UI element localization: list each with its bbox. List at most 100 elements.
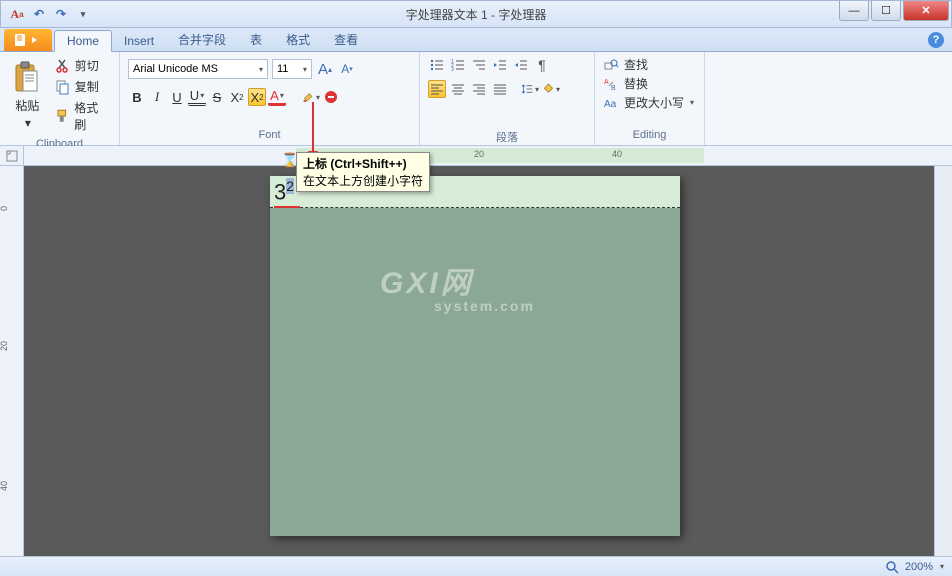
group-editing: 查找 AB 替换 Aa 更改大小写▾ Editing	[595, 52, 705, 145]
highlight-button[interactable]: ▾	[302, 88, 320, 106]
grow-font-button[interactable]: A▴	[316, 60, 334, 78]
align-right-button[interactable]	[470, 80, 488, 98]
horizontal-ruler[interactable]: 20 40	[24, 146, 952, 165]
paste-label: 粘贴	[15, 97, 39, 114]
ribbon: 粘贴 ▾ 剪切 复制 格式刷 Clipboard	[0, 52, 952, 146]
font-color-button[interactable]: A▾	[268, 88, 286, 106]
quick-access-toolbar: Aa ↶ ↷ ▾	[1, 6, 99, 22]
font-group-label: Font	[120, 129, 419, 145]
document-text: 32	[274, 178, 294, 205]
find-button[interactable]: 查找	[603, 56, 696, 73]
vertical-scrollbar[interactable]	[934, 166, 952, 556]
decrease-indent-button[interactable]	[491, 56, 509, 74]
multilevel-list-button[interactable]	[470, 56, 488, 74]
format-painter-button[interactable]: 格式刷	[53, 98, 111, 134]
editing-group-label: Editing	[595, 129, 704, 145]
shading-button[interactable]: ▾	[542, 80, 560, 98]
strikethrough-button[interactable]: S	[208, 88, 226, 106]
cut-label: 剪切	[75, 57, 99, 74]
replace-label: 替换	[624, 75, 648, 92]
help-icon[interactable]: ?	[928, 32, 944, 48]
underline-button[interactable]: U	[168, 88, 186, 106]
group-clipboard: 粘贴 ▾ 剪切 复制 格式刷 Clipboard	[0, 52, 120, 145]
align-center-button[interactable]	[449, 80, 467, 98]
tab-table[interactable]: 表	[238, 28, 274, 51]
status-bar: 200% ▾	[0, 556, 952, 576]
replace-button[interactable]: AB 替换	[603, 75, 696, 92]
change-case-label: 更改大小写	[624, 94, 684, 111]
tab-merge-fields[interactable]: 合并字段	[166, 28, 238, 51]
paste-button[interactable]: 粘贴 ▾	[8, 56, 47, 134]
bullets-button[interactable]	[428, 56, 446, 74]
workspace: 0 20 40 32 GXI网 system.com	[0, 166, 952, 556]
line-spacing-button[interactable]: ▾	[521, 80, 539, 98]
close-button[interactable]: ✕	[903, 1, 949, 21]
ruler-tick: 40	[612, 149, 622, 159]
redo-icon[interactable]: ↷	[53, 6, 69, 22]
zoom-value[interactable]: 200%	[905, 561, 933, 573]
show-marks-button[interactable]: ¶	[533, 56, 551, 74]
svg-text:A: A	[604, 79, 609, 86]
undo-icon[interactable]: ↶	[31, 6, 47, 22]
paragraph-group-label: 段落	[420, 129, 594, 145]
title-bar: Aa ↶ ↷ ▾ 字处理器文本 1 - 字处理器 — ☐ ✕	[0, 0, 952, 28]
group-paragraph: 123 ¶ ▾ ▾ 段落	[420, 52, 595, 145]
tooltip: 上标 (Ctrl+Shift++) 在文本上方创建小字符	[296, 152, 430, 192]
zoom-icon[interactable]	[885, 560, 899, 574]
chevron-down-icon: ▾	[303, 65, 307, 74]
tab-view[interactable]: 查看	[322, 28, 370, 51]
spellcheck-underline	[274, 206, 300, 208]
cut-button[interactable]: 剪切	[53, 56, 111, 75]
tooltip-title: 上标 (Ctrl+Shift++)	[303, 155, 423, 172]
italic-button[interactable]: I	[148, 88, 166, 106]
tooltip-description: 在文本上方创建小字符	[303, 172, 423, 189]
change-case-button[interactable]: Aa 更改大小写▾	[603, 94, 696, 111]
tab-home[interactable]: Home	[54, 30, 112, 52]
tab-insert[interactable]: Insert	[112, 31, 166, 51]
increase-indent-button[interactable]	[512, 56, 530, 74]
font-name-value: Arial Unicode MS	[133, 63, 218, 75]
subscript-button[interactable]: X2	[228, 88, 246, 106]
minimize-button[interactable]: —	[839, 1, 869, 21]
svg-text:B: B	[611, 85, 616, 92]
watermark: GXI网 system.com	[380, 258, 535, 314]
ruler-tick: 20	[0, 341, 9, 351]
qat-dropdown-icon[interactable]: ▾	[75, 6, 91, 22]
maximize-button[interactable]: ☐	[871, 1, 901, 21]
annotation-arrow	[312, 102, 314, 158]
group-font: Arial Unicode MS ▾ 11 ▾ A▴ A▾ B I U U▾ S X…	[120, 52, 420, 145]
font-name-select[interactable]: Arial Unicode MS ▾	[128, 59, 268, 79]
numbering-button[interactable]: 123	[449, 56, 467, 74]
bold-button[interactable]: B	[128, 88, 146, 106]
svg-text:3: 3	[451, 67, 454, 73]
justify-button[interactable]	[491, 80, 509, 98]
copy-label: 复制	[75, 78, 99, 95]
ruler-tick: 40	[0, 481, 9, 491]
window-title: 字处理器文本 1 - 字处理器	[406, 6, 547, 23]
vertical-ruler[interactable]: 0 20 40	[0, 166, 24, 556]
font-size-select[interactable]: 11 ▾	[272, 59, 312, 79]
find-label: 查找	[624, 56, 648, 73]
app-icon[interactable]: Aa	[9, 6, 25, 22]
selected-superscript: 2	[286, 178, 294, 194]
clear-format-button[interactable]	[322, 88, 340, 106]
chevron-down-icon: ▾	[259, 65, 263, 74]
window-controls: — ☐ ✕	[839, 1, 951, 21]
copy-button[interactable]: 复制	[53, 77, 111, 96]
ruler-tick: 0	[0, 206, 9, 211]
font-size-value: 11	[277, 63, 288, 75]
paste-dropdown-icon: ▾	[25, 116, 31, 130]
svg-text:Aa: Aa	[604, 99, 617, 110]
document-page[interactable]: 32 GXI网 system.com	[270, 176, 680, 536]
shrink-font-button[interactable]: A▾	[338, 60, 356, 78]
align-left-button[interactable]	[428, 80, 446, 98]
superscript-button[interactable]: X2	[248, 88, 266, 106]
file-menu-button[interactable]	[4, 29, 52, 51]
tab-format[interactable]: 格式	[274, 28, 322, 51]
document-canvas[interactable]: 32 GXI网 system.com	[24, 166, 934, 556]
double-underline-button[interactable]: U▾	[188, 88, 206, 106]
horizontal-ruler-strip: 20 40	[0, 146, 952, 166]
zoom-dropdown-icon[interactable]: ▾	[940, 562, 944, 571]
ribbon-tabs: Home Insert 合并字段 表 格式 查看 ?	[0, 28, 952, 52]
ruler-tick: 20	[474, 149, 484, 159]
